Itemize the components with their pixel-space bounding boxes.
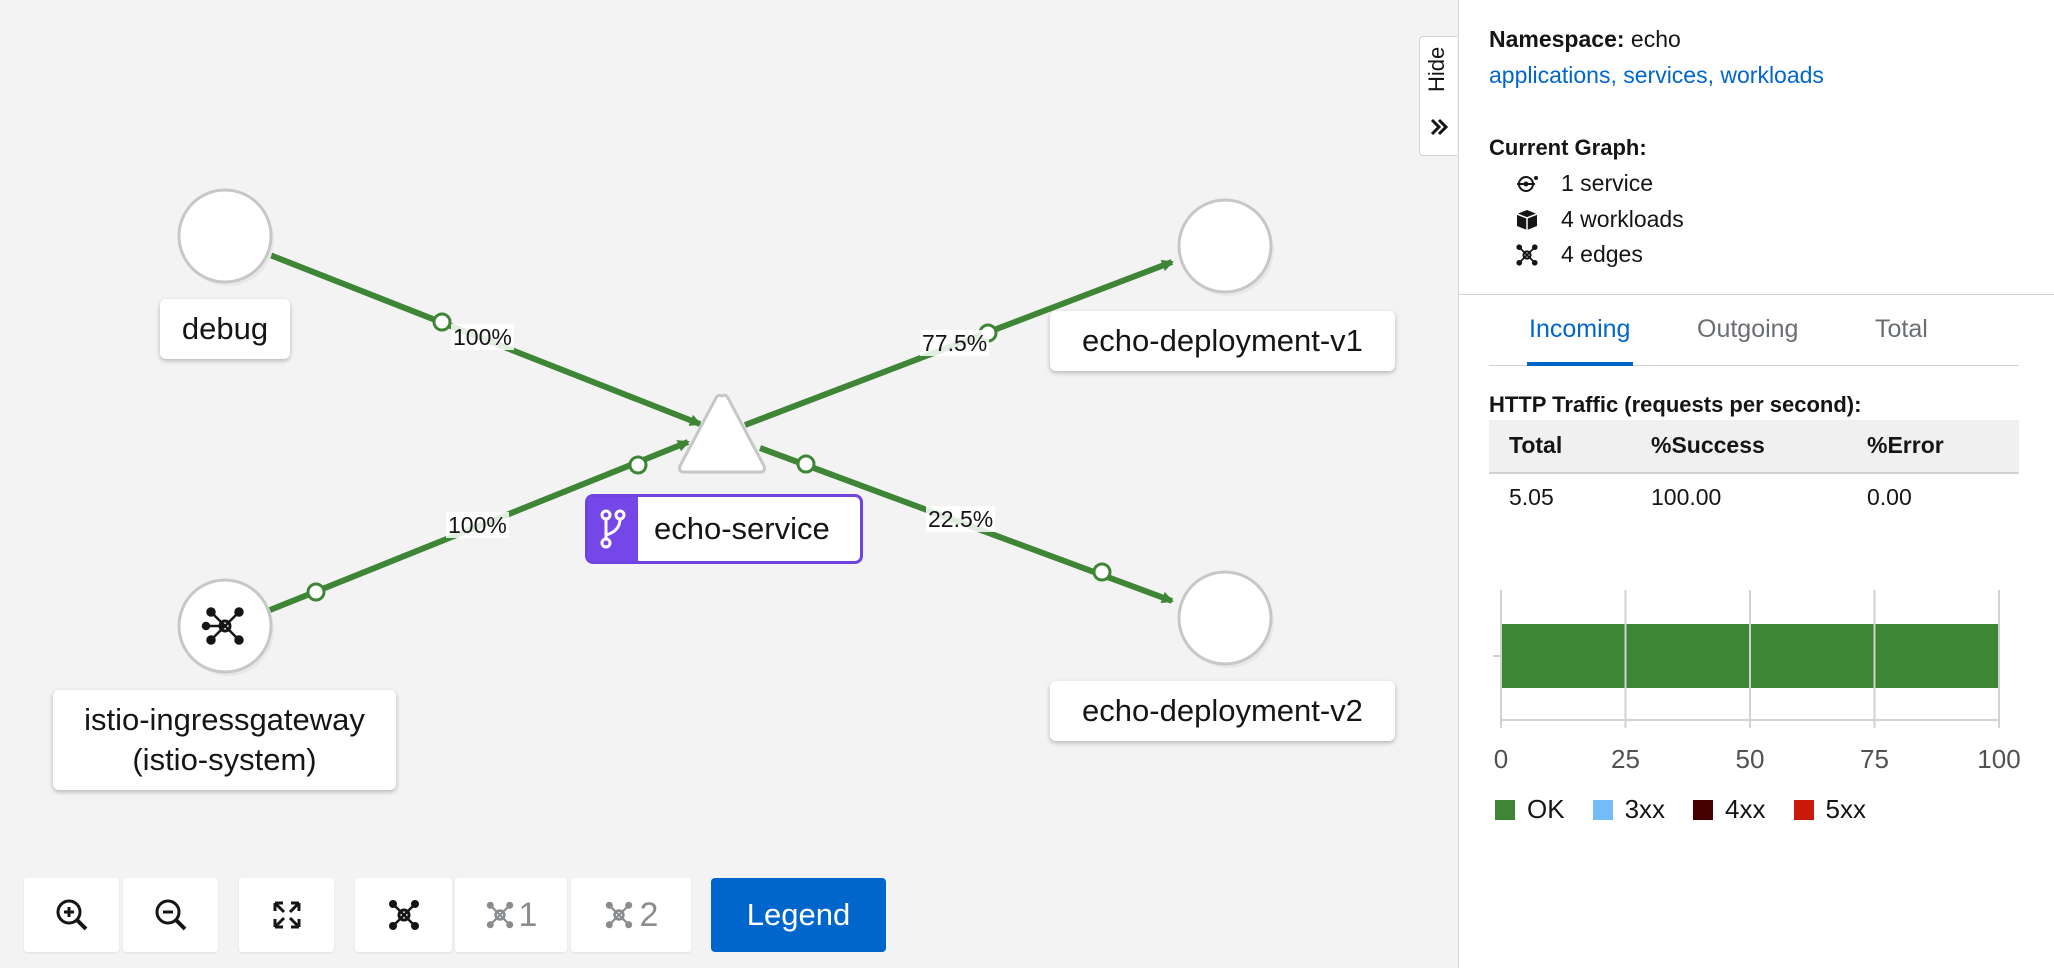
traffic-table-header: Total %Success %Error [1489, 420, 2019, 474]
x-tick-label: 25 [1611, 744, 1640, 774]
legend-item-4xx: 4xx [1693, 794, 1766, 825]
layout-icon [388, 900, 419, 930]
graph-edges-layer [177, 188, 1274, 676]
header-success: %Success [1651, 432, 1765, 458]
layout-1-icon [486, 901, 513, 929]
node-label-istio-ingressgateway[interactable]: istio-ingressgateway (istio-system) [53, 690, 396, 790]
legend-label: 3xx [1624, 794, 1666, 824]
node-echo-service[interactable] [678, 393, 766, 474]
summary-panel: Namespace: echo applications, services, … [1459, 0, 2054, 968]
cell-error: 0.00 [1867, 484, 1912, 510]
service-icon [1517, 175, 1538, 192]
panel-divider [1459, 294, 2054, 295]
edge-label-v2: 22.5% [926, 506, 996, 532]
namespace-links[interactable]: applications, services, workloads [1489, 62, 1824, 89]
fit-to-screen-button[interactable] [239, 878, 334, 952]
legend-swatch [1495, 799, 1515, 820]
current-graph-item-text: 4 workloads [1561, 206, 1684, 232]
active-tab-indicator [1527, 362, 1633, 366]
zoom-in-icon [56, 899, 87, 931]
edge-label-v1: 77.5% [920, 330, 990, 356]
chart-legend: OK 3xx 4xx 5xx [1495, 794, 1894, 825]
node-debug[interactable] [177, 188, 274, 286]
edges-icon [1516, 243, 1538, 266]
node-label-text: echo-deployment-v2 [1082, 693, 1363, 728]
legend-swatch [1693, 799, 1714, 820]
current-graph-title: Current Graph: [1489, 135, 1647, 160]
tab-incoming[interactable]: Incoming [1529, 315, 1630, 344]
tab-total[interactable]: Total [1875, 315, 1928, 344]
legend-item-ok: OK [1495, 794, 1565, 825]
legend-swatch [1793, 799, 1814, 820]
current-graph-item-text: 4 edges [1561, 241, 1643, 267]
hide-panel-tab[interactable]: Hide [1419, 36, 1457, 156]
legend-label: OK [1527, 794, 1565, 824]
node-label-echo-deployment-v1[interactable]: echo-deployment-v1 [1050, 311, 1395, 371]
layout-default-button[interactable] [355, 878, 452, 952]
node-label-line1: istio-ingressgateway [84, 702, 365, 737]
layout-1-label: 1 [518, 895, 538, 934]
zoom-out-icon [155, 899, 186, 931]
edge-label-gateway: 100% [446, 512, 509, 538]
layout-2-button[interactable]: 2 [571, 878, 691, 952]
current-graph-item-edges: 4 edges [1513, 241, 1643, 268]
namespace-label: Namespace: [1489, 26, 1625, 52]
header-total: Total [1509, 432, 1563, 458]
node-label-text: echo-deployment-v1 [1082, 323, 1363, 358]
fit-to-screen-icon [273, 901, 300, 929]
node-echo-deployment-v2[interactable] [1177, 570, 1274, 668]
http-traffic-title: HTTP Traffic (requests per second): [1489, 392, 1862, 417]
traffic-bar-chart: 0 25 50 75 100 [1493, 590, 2021, 774]
node-label-debug[interactable]: debug [160, 299, 290, 359]
header-error: %Error [1867, 432, 1944, 458]
current-graph-item-workloads: 4 workloads [1513, 206, 1684, 233]
workload-icon [1516, 209, 1538, 230]
x-tick-label: 0 [1494, 744, 1508, 774]
legend-item-3xx: 3xx [1592, 794, 1666, 825]
tab-outgoing[interactable]: Outgoing [1697, 315, 1798, 344]
cell-success: 100.00 [1651, 484, 1722, 510]
hide-label: Hide [1424, 46, 1449, 92]
cell-total: 5.05 [1509, 484, 1554, 510]
edge-label-debug: 100% [451, 324, 514, 350]
double-chevron-right-icon [1430, 118, 1448, 136]
service-badge [588, 497, 638, 561]
x-tick-label: 100 [1977, 744, 2020, 774]
legend-button[interactable]: Legend [711, 878, 886, 952]
node-label-line2: (istio-system) [132, 742, 317, 777]
node-echo-deployment-v1[interactable] [1177, 198, 1274, 296]
namespace-line: Namespace: echo [1489, 26, 1681, 53]
layout-1-button[interactable]: 1 [455, 878, 567, 952]
x-tick-label: 75 [1860, 744, 1889, 774]
namespace-value: echo [1630, 26, 1681, 52]
legend-label: 5xx [1825, 794, 1866, 824]
legend-item-5xx: 5xx [1793, 794, 1866, 825]
node-label-text: debug [181, 311, 269, 346]
node-label-echo-service[interactable]: echo-service [585, 494, 863, 564]
legend-swatch [1592, 799, 1613, 820]
node-label-echo-deployment-v2[interactable]: echo-deployment-v2 [1050, 681, 1395, 741]
legend-label: 4xx [1725, 794, 1766, 824]
zoom-out-button[interactable] [123, 878, 218, 952]
current-graph-item-services: 1 service [1513, 170, 1653, 197]
x-tick-label: 50 [1736, 744, 1765, 774]
zoom-in-button[interactable] [24, 878, 119, 952]
current-graph-item-text: 1 service [1561, 170, 1654, 196]
traffic-tabs: Incoming Outgoing Total [1489, 305, 2019, 366]
node-label-text: echo-service [654, 511, 830, 546]
layout-2-icon [605, 901, 632, 929]
layout-2-label: 2 [639, 895, 659, 934]
branch-icon [600, 509, 626, 549]
node-istio-ingressgateway[interactable] [177, 578, 274, 676]
